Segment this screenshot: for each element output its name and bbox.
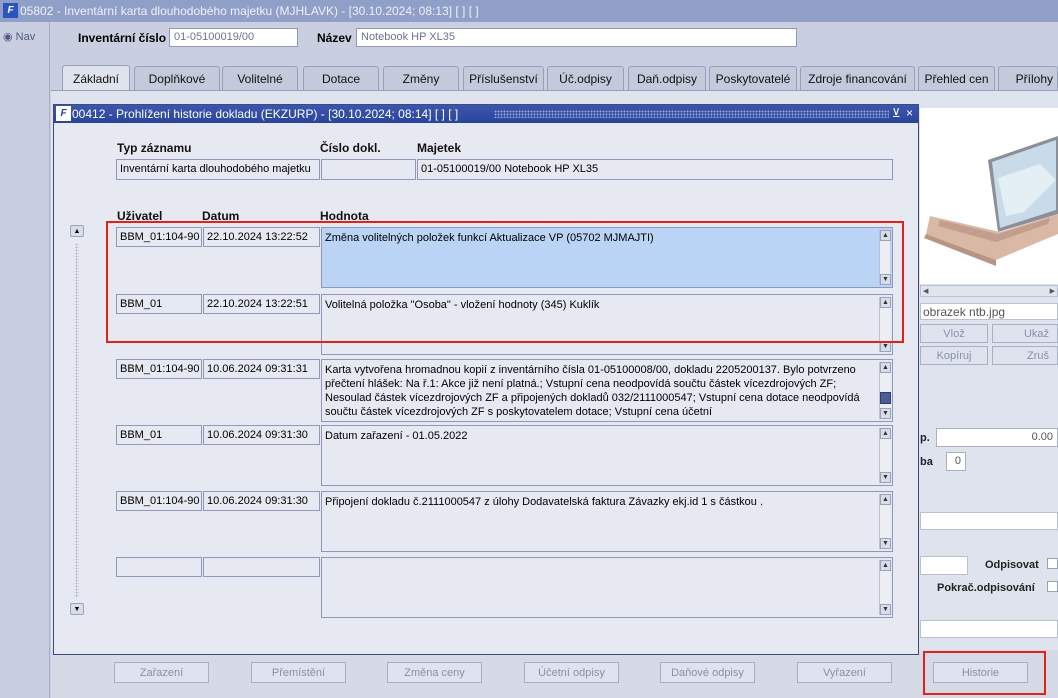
tab-prehled-cen[interactable]: Přehled cen bbox=[918, 66, 995, 90]
cancel-image-button[interactable]: Zruš bbox=[992, 346, 1058, 365]
row-5-date[interactable]: 10.06.2024 09:31:30 bbox=[203, 491, 320, 511]
insert-image-button[interactable]: Vlož bbox=[920, 324, 988, 343]
outer-window-title: 05802 - Inventární karta dlouhodobého ma… bbox=[20, 4, 479, 18]
tab-prilohy[interactable]: Přílohy bbox=[998, 66, 1058, 90]
right-field-label-2: ba bbox=[920, 456, 933, 468]
col-record-type-header: Typ záznamu bbox=[117, 141, 192, 155]
row-5-value[interactable]: Připojení dokladu č.2111000547 z úlohy D… bbox=[321, 491, 893, 552]
tab-prislusenstvi[interactable]: Příslušenství bbox=[463, 66, 544, 90]
row-4-value-text: Datum zařazení - 01.05.2022 bbox=[325, 430, 468, 442]
row-3-value-scrollbar[interactable]: ▲ ▼ bbox=[879, 362, 891, 419]
scroll-up-icon[interactable]: ▲ bbox=[880, 362, 891, 373]
nav-button[interactable]: ◉ Nav bbox=[3, 30, 35, 43]
zarazeni-button[interactable]: Zařazení bbox=[114, 662, 209, 683]
row-6-value-scrollbar[interactable]: ▲ ▼ bbox=[879, 560, 891, 615]
tab-dotace[interactable]: Dotace bbox=[303, 66, 379, 90]
row-4-value-scrollbar[interactable]: ▲ ▼ bbox=[879, 428, 891, 483]
scroll-right-icon[interactable]: ▶ bbox=[1050, 287, 1055, 295]
tab-poskytovatele[interactable]: Poskytovatelé bbox=[709, 66, 797, 90]
laptop-image bbox=[924, 136, 1058, 266]
tab-zakladni[interactable]: Základní bbox=[62, 65, 130, 91]
inventory-number-field[interactable]: 01-05100019/00 bbox=[169, 28, 298, 47]
tab-dan-odpisy[interactable]: Daň.odpisy bbox=[628, 66, 706, 90]
name-label: Název bbox=[317, 31, 352, 45]
copy-image-button[interactable]: Kopíruj bbox=[920, 346, 988, 365]
row-3-date[interactable]: 10.06.2024 09:31:31 bbox=[203, 359, 320, 379]
tab-zdroje-financovani[interactable]: Zdroje financování bbox=[800, 66, 915, 90]
doc-number-field[interactable] bbox=[321, 159, 416, 180]
nav-radio-icon: ◉ bbox=[3, 31, 13, 43]
scroll-up-icon[interactable]: ▲ bbox=[880, 428, 891, 439]
scroll-up-icon[interactable]: ▲ bbox=[880, 560, 891, 571]
scroll-up-icon[interactable]: ▲ bbox=[880, 494, 891, 505]
odpisovat-label: Odpisovat bbox=[985, 559, 1039, 571]
scroll-down-icon[interactable]: ▼ bbox=[880, 538, 891, 549]
left-nav-panel bbox=[0, 22, 50, 698]
row-4-user[interactable]: BBM_01 bbox=[116, 425, 202, 445]
tab-zmeny[interactable]: Změny bbox=[383, 66, 459, 90]
historie-highlight-box bbox=[923, 651, 1046, 695]
nav-label: Nav bbox=[15, 31, 36, 43]
danove-odpisy-button[interactable]: Daňové odpisy bbox=[660, 662, 755, 683]
inventory-number-label: Inventární číslo bbox=[78, 31, 167, 45]
row-3-user[interactable]: BBM_01:104-90 bbox=[116, 359, 202, 379]
row-4-date[interactable]: 10.06.2024 09:31:30 bbox=[203, 425, 320, 445]
rows-highlight-box bbox=[106, 221, 904, 343]
rows-scroll-down-icon[interactable]: ▼ bbox=[70, 603, 84, 615]
row-4-value[interactable]: Datum zařazení - 01.05.2022 ▲ ▼ bbox=[321, 425, 893, 486]
dialog-title: 00412 - Prohlížení historie dokladu (EKZ… bbox=[72, 107, 459, 121]
image-filename-field[interactable]: obrazek ntb.jpg bbox=[920, 303, 1058, 320]
row-3-value[interactable]: Karta vytvořena hromadnou kopií z invent… bbox=[321, 359, 893, 422]
col-asset-header: Majetek bbox=[417, 141, 462, 155]
show-image-button[interactable]: Ukaž bbox=[992, 324, 1058, 343]
vyrazeni-button[interactable]: Vyřazení bbox=[797, 662, 892, 683]
rows-scrollbar[interactable]: ▲ ▼ bbox=[70, 225, 84, 615]
row-5-value-scrollbar[interactable]: ▲ ▼ bbox=[879, 494, 891, 549]
row-5-user[interactable]: BBM_01:104-90 bbox=[116, 491, 202, 511]
image-scrollbar[interactable]: ◀ ▶ bbox=[920, 285, 1058, 297]
asset-field[interactable]: 01-05100019/00 Notebook HP XL35 bbox=[417, 159, 893, 180]
asset-image-frame bbox=[920, 108, 1058, 284]
right-field-2[interactable]: 0 bbox=[946, 452, 966, 471]
row-6-date[interactable] bbox=[203, 557, 320, 577]
rows-scroll-track[interactable] bbox=[75, 243, 79, 598]
right-field-5[interactable] bbox=[920, 620, 1058, 638]
row-6-value[interactable]: ▲ ▼ bbox=[321, 557, 893, 618]
app-logo-icon: F bbox=[3, 3, 18, 18]
tab-doplnkove[interactable]: Doplňkové bbox=[134, 66, 220, 90]
scroll-down-icon[interactable]: ▼ bbox=[880, 408, 891, 419]
titlebar-grip bbox=[494, 110, 889, 118]
tab-volitelne[interactable]: Volitelné bbox=[222, 66, 298, 90]
history-dialog: 00412 - Prohlížení historie dokladu (EKZ… bbox=[53, 104, 919, 655]
right-field-3[interactable] bbox=[920, 512, 1058, 530]
row-3-value-text: Karta vytvořena hromadnou kopií z invent… bbox=[325, 364, 860, 418]
row-5-value-text: Připojení dokladu č.2111000547 z úlohy D… bbox=[325, 496, 764, 508]
col-doc-number-header: Číslo dokl. bbox=[320, 141, 381, 155]
pokrac-odpisovani-label: Pokrač.odpisování bbox=[937, 582, 1035, 594]
premisteni-button[interactable]: Přemístění bbox=[251, 662, 346, 683]
right-field-label-1: p. bbox=[920, 432, 930, 444]
dialog-window-controls[interactable]: ⊻ × bbox=[892, 106, 914, 120]
row-6-user[interactable] bbox=[116, 557, 202, 577]
record-type-field[interactable]: Inventární karta dlouhodobého majetku bbox=[116, 159, 320, 180]
rows-scroll-up-icon[interactable]: ▲ bbox=[70, 225, 84, 237]
dialog-app-icon: F bbox=[56, 106, 71, 121]
odpisovat-checkbox[interactable] bbox=[1047, 558, 1058, 569]
pokrac-odpisovani-checkbox[interactable] bbox=[1047, 581, 1058, 592]
scroll-thumb[interactable] bbox=[880, 392, 891, 404]
right-field-4[interactable] bbox=[920, 556, 968, 575]
scroll-down-icon[interactable]: ▼ bbox=[880, 472, 891, 483]
scroll-left-icon[interactable]: ◀ bbox=[923, 287, 928, 295]
tab-uc-odpisy[interactable]: Úč.odpisy bbox=[547, 66, 624, 90]
ucetni-odpisy-button[interactable]: Účetní odpisy bbox=[524, 662, 619, 683]
outer-window-titlebar: 05802 - Inventární karta dlouhodobého ma… bbox=[0, 0, 1058, 22]
zmena-ceny-button[interactable]: Změna ceny bbox=[387, 662, 482, 683]
scroll-down-icon[interactable]: ▼ bbox=[880, 604, 891, 615]
right-field-1[interactable]: 0.00 bbox=[936, 428, 1058, 447]
name-field[interactable]: Notebook HP XL35 bbox=[356, 28, 797, 47]
